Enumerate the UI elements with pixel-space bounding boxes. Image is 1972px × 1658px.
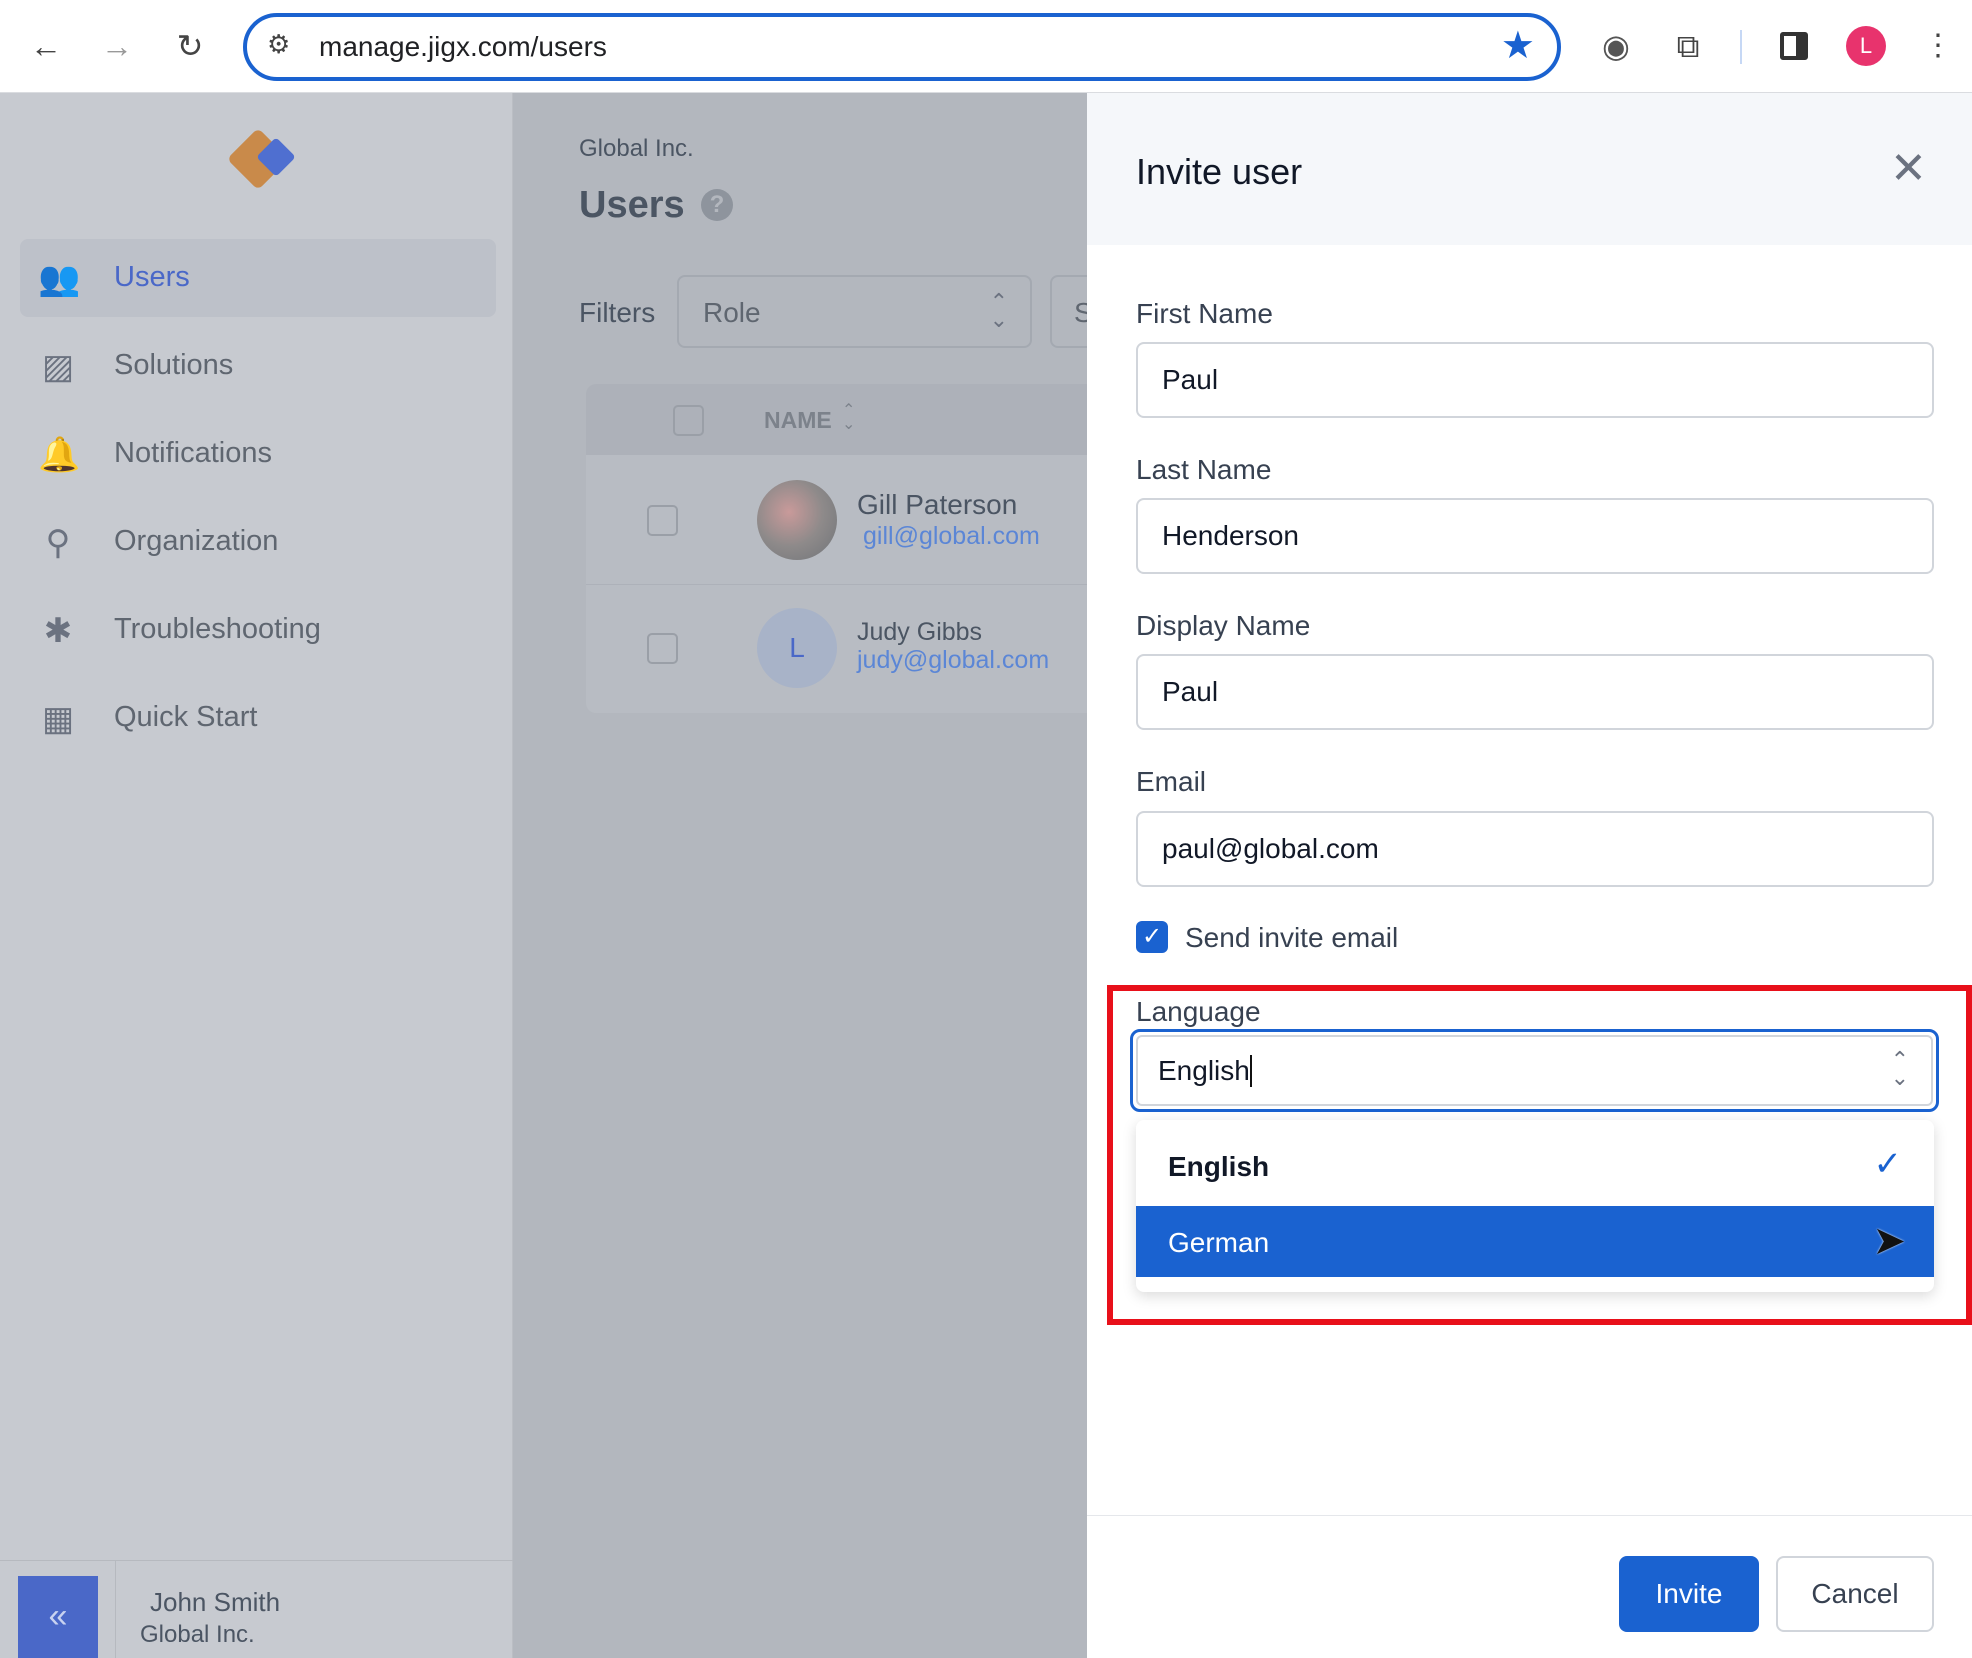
avatar: L [757, 608, 837, 688]
panel-title: Invite user [1136, 151, 1303, 192]
sidebar-item-users[interactable]: 👥 Users [20, 239, 496, 317]
image-icon: ▨ [41, 348, 75, 386]
user-name: Gill Paterson [857, 489, 1018, 520]
close-icon[interactable]: ✕ [1890, 143, 1927, 194]
table-row[interactable]: L Judy Gibbs judy@global.com [586, 585, 1087, 713]
invite-button[interactable]: Invite [1619, 1556, 1759, 1632]
display-name-label: Display Name [1136, 610, 1311, 641]
sort-icon[interactable]: ⌃ ⌄ [842, 403, 855, 433]
forward-icon[interactable]: → [97, 26, 137, 66]
password-manager-icon[interactable]: ◉ [1596, 26, 1636, 66]
last-name-input[interactable]: Henderson [1136, 498, 1934, 574]
user-name: John Smith [150, 1587, 281, 1617]
option-german[interactable]: German ➤ [1136, 1206, 1934, 1277]
extensions-icon[interactable]: ⧉ [1668, 26, 1708, 66]
page-title: Users [579, 184, 685, 226]
send-invite-label: Send invite email [1185, 922, 1399, 953]
table-row[interactable]: Gill Paterson gill@global.com [586, 455, 1087, 585]
sidebar-item-troubleshooting[interactable]: ✱ Troubleshooting [20, 591, 496, 669]
divider [115, 1560, 116, 1658]
divider [0, 1560, 513, 1561]
cancel-button[interactable]: Cancel [1776, 1556, 1934, 1632]
language-dropdown: English ✓ German ➤ [1136, 1120, 1934, 1292]
collapse-sidebar-button[interactable]: « [18, 1576, 98, 1658]
user-email[interactable]: judy@global.com [857, 646, 1049, 675]
menu-kebab-icon[interactable]: ⋮ [1918, 26, 1958, 66]
sidebar: 👥 Users ▨ Solutions 🔔 Notifications ⚲ Organi… [0, 93, 513, 1658]
reload-icon[interactable]: ↻ [170, 26, 210, 66]
site-settings-icon[interactable]: ⚙ [267, 29, 290, 60]
bell-icon: 🔔 [38, 436, 81, 474]
sidebar-item-notifications[interactable]: 🔔 Notifications [20, 415, 496, 493]
bookmark-star-icon[interactable]: ★ [1501, 23, 1535, 68]
browser-toolbar: ← → ↻ ⚙ manage.jigx.com/users ★ ◉ ⧉ L ⋮ [0, 0, 1972, 93]
chevron-updown-icon: ⌃ ⌄ [1890, 1047, 1909, 1090]
users-icon: 👥 [38, 260, 81, 298]
help-icon[interactable]: ? [701, 189, 733, 221]
invite-user-panel: Invite user ✕ First Name Paul Last Name … [1087, 93, 1972, 1658]
send-invite-checkbox[interactable]: ✓ [1136, 921, 1168, 953]
checkmark-icon: ✓ [1873, 1145, 1903, 1183]
user-name: Judy Gibbs [857, 618, 983, 646]
sidebar-item-quick-start[interactable]: ▦ Quick Start [20, 679, 496, 757]
user-org: Global Inc. [140, 1621, 255, 1648]
bug-icon: ✱ [43, 612, 73, 650]
users-table: NAME ⌃ ⌄ Gill Paterson gill@global.com L … [586, 384, 1087, 713]
user-email[interactable]: gill@global.com [863, 522, 1040, 551]
filters-label: Filters [579, 297, 656, 328]
url-text: manage.jigx.com/users [319, 31, 607, 62]
row-checkbox[interactable] [647, 505, 678, 536]
mouse-cursor-icon: ➤ [1872, 1219, 1906, 1263]
table-header: NAME ⌃ ⌄ [586, 384, 1087, 455]
side-panel-icon[interactable] [1780, 32, 1808, 60]
back-icon[interactable]: ← [26, 26, 66, 66]
role-filter-select[interactable]: Role ⌃ ⌄ [677, 275, 1032, 348]
language-label: Language [1136, 996, 1261, 1027]
email-label: Email [1136, 766, 1207, 797]
select-all-checkbox[interactable] [673, 405, 704, 436]
language-select[interactable]: English ⌃ ⌄ [1130, 1029, 1939, 1112]
address-bar[interactable]: ⚙ manage.jigx.com/users ★ [243, 13, 1561, 81]
name-column-header[interactable]: NAME [764, 407, 832, 434]
chevron-updown-icon: ⌃ ⌄ [989, 289, 1008, 332]
last-name-label: Last Name [1136, 454, 1272, 485]
divider [1740, 30, 1742, 64]
sidebar-item-organization[interactable]: ⚲ Organization [20, 503, 496, 581]
panel-header: Invite user ✕ [1087, 93, 1972, 245]
display-name-input[interactable]: Paul [1136, 654, 1934, 730]
main-content: Global Inc. Users ? Filters Role ⌃ ⌄ S NA… [513, 93, 1110, 1658]
avatar [757, 480, 837, 560]
sidebar-item-solutions[interactable]: ▨ Solutions [20, 327, 496, 405]
org-name: Global Inc. [579, 135, 694, 162]
option-english[interactable]: English ✓ [1136, 1120, 1934, 1206]
first-name-input[interactable]: Paul [1136, 342, 1934, 418]
profile-avatar[interactable]: L [1846, 26, 1886, 66]
org-chart-icon: ⚲ [45, 524, 71, 562]
row-checkbox[interactable] [647, 633, 678, 664]
first-name-label: First Name [1136, 298, 1273, 329]
divider [1087, 1515, 1972, 1516]
email-input[interactable]: paul@global.com [1136, 811, 1934, 887]
quick-start-icon: ▦ [41, 700, 75, 738]
